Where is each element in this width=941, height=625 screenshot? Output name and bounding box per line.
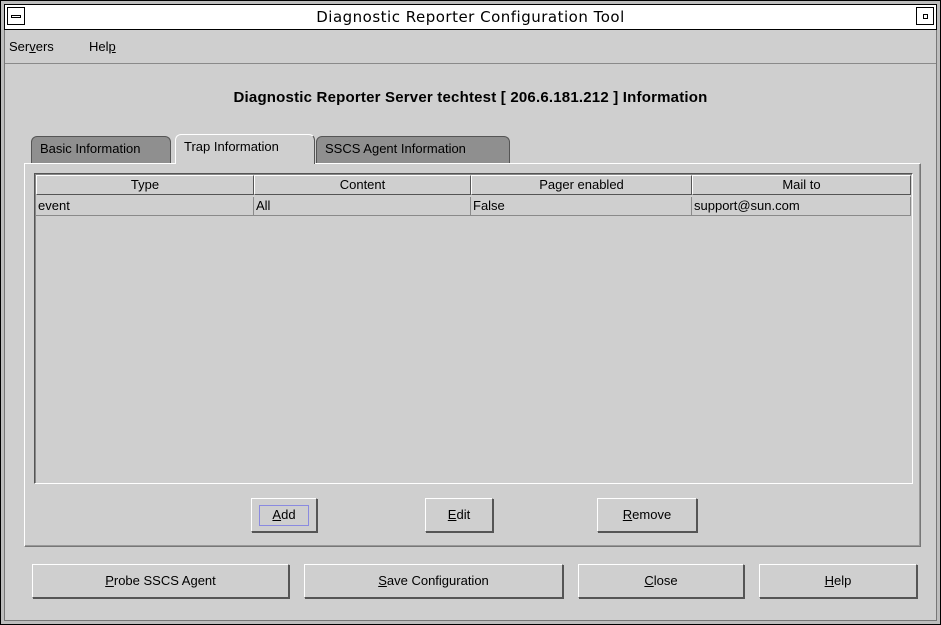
table-cell-type: event — [36, 197, 254, 216]
help-button[interactable]: Help — [759, 564, 917, 598]
add-button-label: dd — [281, 507, 296, 522]
remove-button-mnemonic: R — [622, 507, 633, 522]
tab-sscs-agent-information[interactable]: SSCS Agent Information — [316, 136, 510, 163]
window-menu-icon[interactable] — [7, 7, 25, 25]
close-button-label: lose — [653, 573, 678, 588]
trap-table[interactable] — [34, 173, 913, 484]
table-cell-pager-enabled: False — [471, 197, 692, 216]
column-header-content[interactable]: Content — [254, 175, 471, 195]
save-button-label: ave Configuration — [386, 573, 489, 588]
probe-sscs-agent-button[interactable]: Probe SSCS Agent — [32, 564, 289, 598]
edit-button-label: dit — [456, 507, 471, 522]
app-window: Diagnostic Reporter Configuration Tool S… — [0, 0, 941, 625]
help-button-label: elp — [834, 573, 852, 588]
close-button-mnemonic: C — [644, 573, 654, 588]
add-button-mnemonic: A — [272, 507, 282, 522]
save-configuration-button[interactable]: Save Configuration — [304, 564, 563, 598]
tab-basic-information[interactable]: Basic Information — [31, 136, 171, 163]
tab-sscs-agent-information-label: SSCS Agent Information — [325, 141, 466, 156]
probe-button-label: robe SSCS Agent — [113, 573, 216, 588]
menu-servers[interactable]: Servers — [9, 39, 54, 54]
window-title: Diagnostic Reporter Configuration Tool — [316, 8, 625, 26]
tab-trap-information[interactable]: Trap Information — [175, 134, 315, 164]
menu-servers-label: Servers — [9, 39, 54, 54]
save-button-mnemonic: S — [378, 573, 387, 588]
tab-basic-information-label: Basic Information — [40, 141, 141, 156]
title-bar[interactable]: Diagnostic Reporter Configuration Tool — [4, 4, 937, 30]
edit-button[interactable]: Edit — [425, 498, 493, 532]
column-header-mail-to[interactable]: Mail to — [692, 175, 911, 195]
close-button[interactable]: Close — [578, 564, 744, 598]
menu-bar: Servers Help — [5, 31, 936, 64]
remove-button-label: emove — [632, 507, 672, 522]
help-button-mnemonic: H — [824, 573, 835, 588]
table-cell-mail-to: support@sun.com — [692, 197, 911, 216]
remove-button[interactable]: Remove — [597, 498, 697, 532]
page-title: Diagnostic Reporter Server techtest [ 20… — [233, 89, 708, 106]
tab-trap-information-label: Trap Information — [184, 139, 279, 154]
maximize-icon[interactable] — [916, 7, 934, 25]
table-cell-content: All — [254, 197, 471, 216]
menu-help[interactable]: Help — [89, 39, 116, 54]
column-header-pager-enabled[interactable]: Pager enabled — [471, 175, 692, 195]
add-button[interactable]: Add — [251, 498, 317, 532]
column-header-type[interactable]: Type — [36, 175, 254, 195]
probe-button-mnemonic: P — [105, 573, 114, 588]
menu-help-label: Help — [89, 39, 116, 54]
